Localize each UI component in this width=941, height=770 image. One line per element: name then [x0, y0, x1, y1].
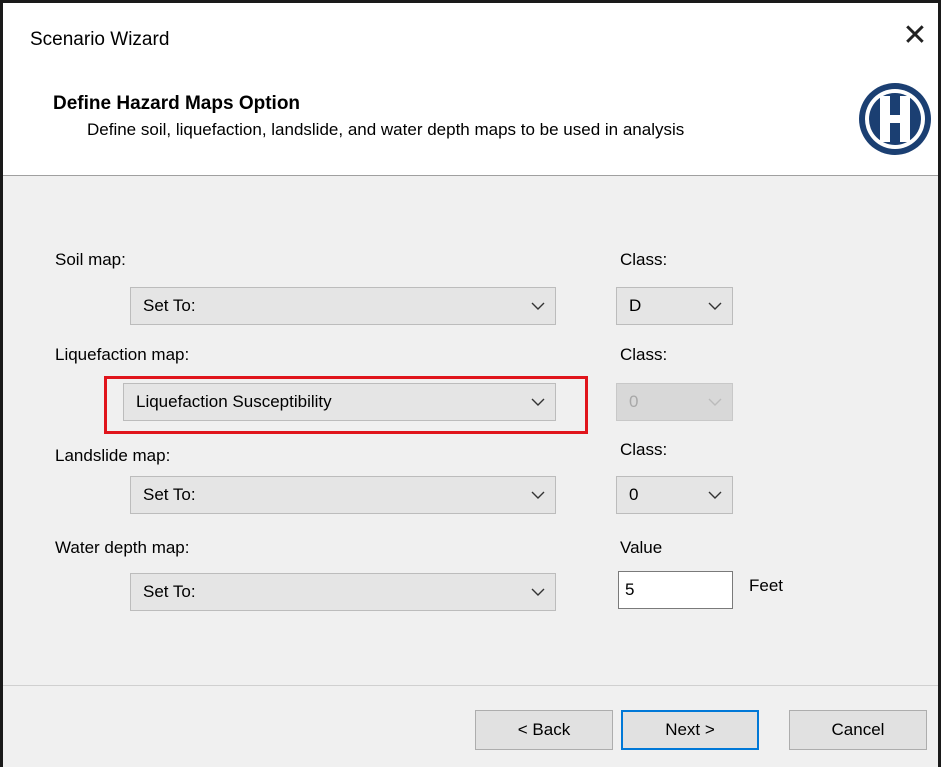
water-depth-value-label: Value: [620, 538, 663, 557]
water-depth-input[interactable]: 5: [618, 571, 733, 609]
soil-map-dropdown[interactable]: Set To:: [130, 287, 556, 325]
wizard-header: Define Hazard Maps Option Define soil, l…: [3, 73, 938, 176]
liquefaction-class-label: Class:: [620, 345, 668, 364]
window-title: Scenario Wizard: [30, 29, 170, 50]
liquefaction-class-dropdown: 0: [616, 383, 733, 421]
chevron-down-icon: [521, 302, 555, 311]
close-icon: ✕: [902, 18, 928, 52]
highlight-box: [104, 376, 588, 434]
close-button[interactable]: ✕: [892, 15, 938, 55]
water-depth-unit-label: Feet: [749, 576, 784, 595]
soil-class-dropdown[interactable]: D: [616, 287, 733, 325]
step-title: Define Hazard Maps Option: [53, 93, 301, 114]
next-button[interactable]: Next >: [621, 710, 759, 750]
chevron-down-icon: [521, 588, 555, 597]
hazus-logo-icon: [859, 83, 931, 155]
water-depth-map-value: Set To:: [143, 582, 196, 601]
soil-class-label: Class:: [620, 250, 668, 269]
footer-divider: [3, 685, 938, 686]
scenario-wizard-window: Scenario Wizard ✕ Define Hazard Maps Opt…: [0, 0, 941, 767]
soil-map-label: Soil map:: [55, 250, 126, 269]
soil-class-value: D: [629, 296, 642, 315]
water-depth-map-label: Water depth map:: [55, 538, 190, 557]
cancel-button[interactable]: Cancel: [789, 710, 927, 750]
chevron-down-icon: [698, 491, 732, 500]
title-bar: Scenario Wizard ✕: [3, 3, 938, 73]
chevron-down-icon: [698, 302, 732, 311]
chevron-down-icon: [521, 491, 555, 500]
landslide-map-value: Set To:: [143, 485, 196, 504]
landslide-class-dropdown[interactable]: 0: [616, 476, 733, 514]
water-depth-map-dropdown[interactable]: Set To:: [130, 573, 556, 611]
landslide-class-label: Class:: [620, 440, 668, 459]
soil-map-value: Set To:: [143, 296, 196, 315]
step-description: Define soil, liquefaction, landslide, an…: [87, 120, 685, 139]
chevron-down-icon: [698, 398, 732, 407]
landslide-map-dropdown[interactable]: Set To:: [130, 476, 556, 514]
back-button[interactable]: < Back: [475, 710, 613, 750]
landslide-map-label: Landslide map:: [55, 446, 171, 465]
liquefaction-class-value: 0: [629, 392, 639, 411]
landslide-class-value: 0: [629, 485, 639, 504]
liquefaction-map-label: Liquefaction map:: [55, 345, 190, 364]
